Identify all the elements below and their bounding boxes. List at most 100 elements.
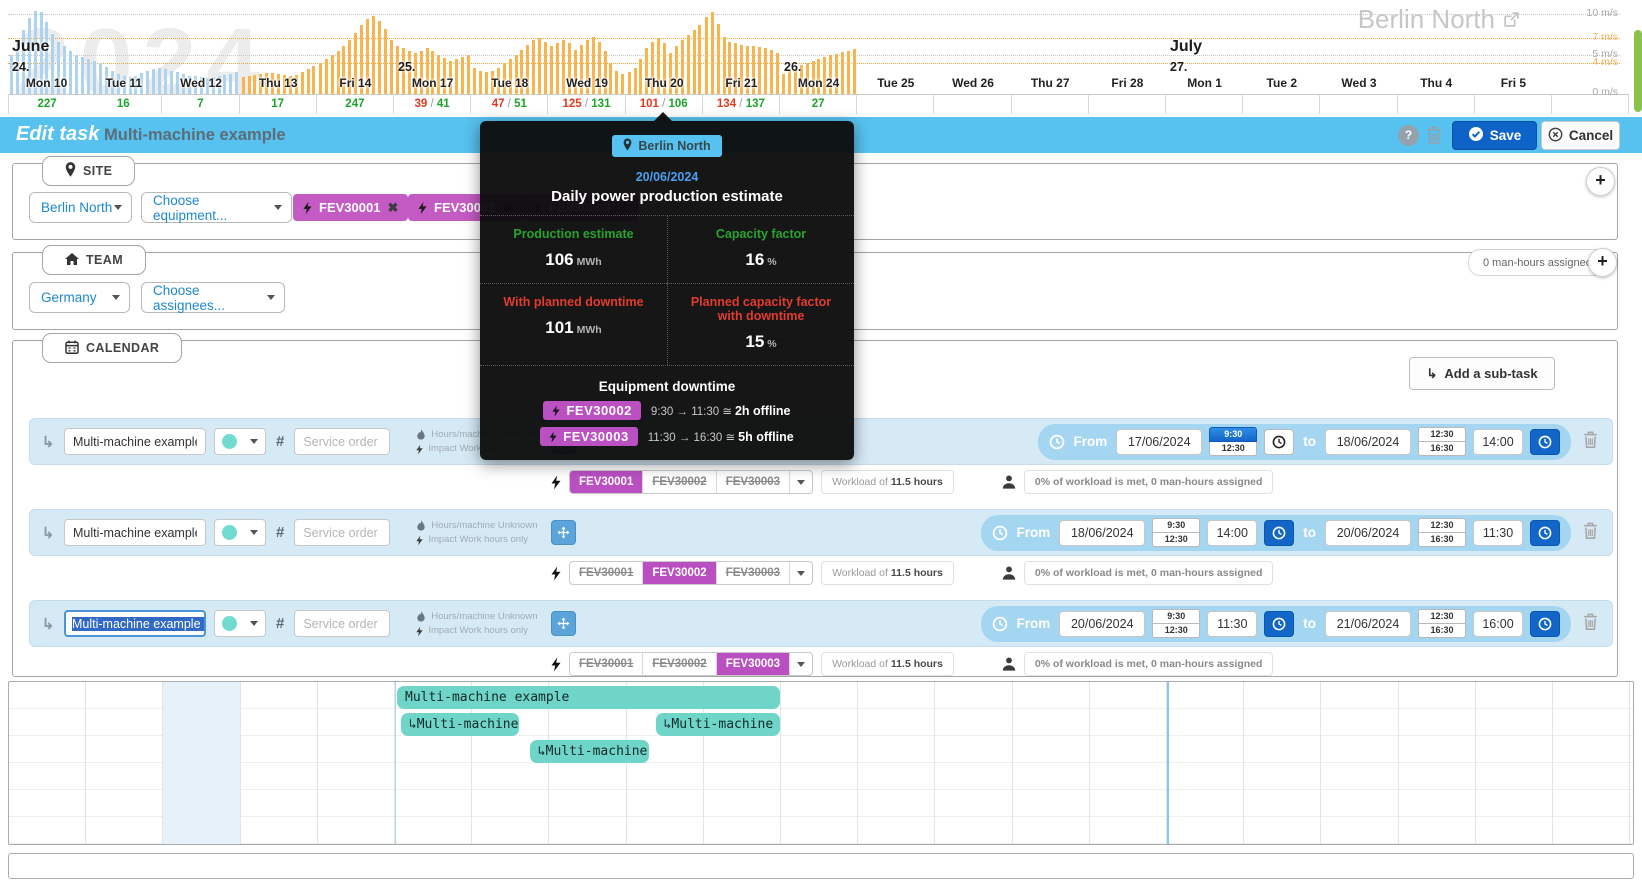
- service-order-input[interactable]: [294, 610, 390, 637]
- color-select[interactable]: [214, 519, 266, 546]
- equipment-dropdown-toggle[interactable]: [789, 471, 812, 493]
- gantt-day-column: [86, 682, 163, 844]
- metric-production-estimate: Production estimate 106MWh: [480, 216, 667, 283]
- from-date-input[interactable]: [1116, 429, 1202, 455]
- delete-subtask-icon[interactable]: [1583, 431, 1598, 453]
- day-label: Thu 27: [1012, 76, 1089, 92]
- remove-tag-icon[interactable]: ✖: [387, 200, 398, 216]
- time-shortcut-button[interactable]: 12:30: [1152, 624, 1200, 638]
- scroll-handle[interactable]: [1634, 30, 1642, 112]
- time-shortcut-button[interactable]: 16:30: [1418, 624, 1466, 638]
- site-select[interactable]: Berlin North: [29, 192, 132, 223]
- subtask-name-input[interactable]: [64, 428, 206, 455]
- clock-button[interactable]: [1530, 611, 1560, 637]
- gantt-bar[interactable]: ↳Multi-machine: [401, 713, 519, 736]
- time-shortcut-button[interactable]: 12:30: [1418, 518, 1466, 533]
- calendar-tab[interactable]: CALENDAR: [42, 333, 182, 363]
- equipment-dropdown-toggle[interactable]: [789, 653, 812, 675]
- home-icon: [65, 253, 79, 268]
- production-value-cell: [857, 94, 934, 114]
- save-button[interactable]: Save: [1452, 121, 1537, 150]
- equipment-dropdown-toggle[interactable]: [789, 562, 812, 584]
- to-date-input[interactable]: [1325, 611, 1411, 637]
- from-date-input[interactable]: [1059, 520, 1145, 546]
- chart-site-title-text: Berlin North: [1358, 4, 1495, 35]
- day-label: Mon 1: [1166, 76, 1243, 92]
- subtask-arrow-icon: ↳: [40, 615, 56, 633]
- clock-button[interactable]: [1264, 611, 1294, 637]
- service-order-input[interactable]: [294, 428, 390, 455]
- time-input[interactable]: [1207, 611, 1257, 637]
- equipment-option-FEV30002[interactable]: FEV30002: [642, 471, 715, 493]
- day-label: Tue 18: [471, 76, 548, 92]
- drag-handle-button[interactable]: [551, 611, 576, 636]
- time-shortcut-button[interactable]: 12:30: [1209, 442, 1257, 456]
- equipment-option-FEV30001[interactable]: FEV30001: [570, 471, 642, 493]
- workload-badge: Workload of11.5 hours: [821, 561, 954, 585]
- clock-button[interactable]: [1530, 429, 1560, 455]
- add-assignee-button[interactable]: +: [1588, 248, 1617, 277]
- delete-subtask-icon[interactable]: [1583, 522, 1598, 544]
- week-label: 26.: [784, 60, 801, 74]
- time-shortcut-button[interactable]: 12:30: [1152, 533, 1200, 547]
- time-shortcut-button[interactable]: 9:30: [1152, 609, 1200, 624]
- equipment-option-FEV30002[interactable]: FEV30002: [642, 562, 715, 584]
- equipment-option-FEV30003[interactable]: FEV30003: [716, 653, 789, 675]
- time-input[interactable]: [1473, 520, 1523, 546]
- clock-icon: [1272, 617, 1286, 631]
- gantt-bar[interactable]: ↳Multi-machine: [530, 740, 649, 763]
- time-input[interactable]: [1473, 429, 1523, 455]
- from-date-input[interactable]: [1059, 611, 1145, 637]
- delete-task-icon[interactable]: [1426, 126, 1442, 149]
- day-label: Thu 4: [1398, 76, 1475, 92]
- chevron-down-icon: [267, 295, 275, 304]
- collapsed-panel[interactable]: [8, 853, 1634, 879]
- equipment-option-FEV30002[interactable]: FEV30002: [642, 653, 715, 675]
- delete-subtask-icon[interactable]: [1583, 613, 1598, 635]
- equipment-tag-FEV30001[interactable]: FEV30001✖: [293, 194, 408, 221]
- time-shortcut-button[interactable]: 9:30: [1209, 427, 1257, 442]
- time-shortcut-button[interactable]: 16:30: [1418, 442, 1466, 456]
- site-tab[interactable]: SITE: [42, 156, 135, 186]
- service-order-input[interactable]: [294, 519, 390, 546]
- add-subtask-button[interactable]: ↳ Add a sub-task: [1409, 357, 1555, 390]
- to-date-input[interactable]: [1325, 429, 1411, 455]
- time-shortcut-button[interactable]: 16:30: [1418, 533, 1466, 547]
- clock-icon: [992, 525, 1008, 541]
- color-select[interactable]: [214, 610, 266, 637]
- time-shortcut-button[interactable]: 12:30: [1418, 609, 1466, 624]
- color-select[interactable]: [214, 428, 266, 455]
- add-site-button[interactable]: +: [1586, 167, 1615, 196]
- time-input[interactable]: [1473, 611, 1523, 637]
- time-shortcut-button[interactable]: 9:30: [1152, 518, 1200, 533]
- equipment-select[interactable]: Choose equipment...: [141, 192, 292, 223]
- subtask-name-input[interactable]: [64, 519, 206, 546]
- assignees-select[interactable]: Choose assignees...: [141, 282, 285, 313]
- equipment-option-FEV30001[interactable]: FEV30001: [570, 562, 642, 584]
- person-icon: [1002, 566, 1016, 580]
- production-tooltip: Berlin North 20/06/2024 Daily power prod…: [480, 121, 854, 460]
- time-shortcut-button[interactable]: 12:30: [1418, 427, 1466, 442]
- subtask-name-input[interactable]: Multi-machine example (3): [64, 610, 206, 637]
- day-label: Mon 17: [394, 76, 471, 92]
- gantt-bar[interactable]: Multi-machine example: [397, 686, 780, 709]
- day-label: Mon 10: [8, 76, 85, 92]
- assignment-status-badge: 0% of workload is met, 0 man-hours assig…: [1024, 652, 1274, 676]
- equipment-option-FEV30001[interactable]: FEV30001: [570, 653, 642, 675]
- time-input[interactable]: [1207, 520, 1257, 546]
- clock-button[interactable]: [1530, 520, 1560, 546]
- equipment-option-FEV30003[interactable]: FEV30003: [716, 562, 789, 584]
- cancel-button[interactable]: Cancel: [1541, 121, 1620, 150]
- trash-icon: [1583, 522, 1598, 539]
- clock-button[interactable]: [1264, 520, 1294, 546]
- team-tab[interactable]: TEAM: [42, 245, 146, 275]
- clock-button[interactable]: [1264, 429, 1294, 455]
- team-select[interactable]: Germany: [29, 282, 130, 313]
- equipment-option-FEV30003[interactable]: FEV30003: [716, 471, 789, 493]
- axis-tick-label: 7 m/s: [1566, 31, 1618, 43]
- gantt-bar[interactable]: ↳Multi-machine: [656, 713, 780, 736]
- to-date-input[interactable]: [1325, 520, 1411, 546]
- help-icon[interactable]: ?: [1398, 125, 1419, 146]
- drag-handle-button[interactable]: [551, 520, 576, 545]
- external-link-icon[interactable]: [1503, 4, 1520, 35]
